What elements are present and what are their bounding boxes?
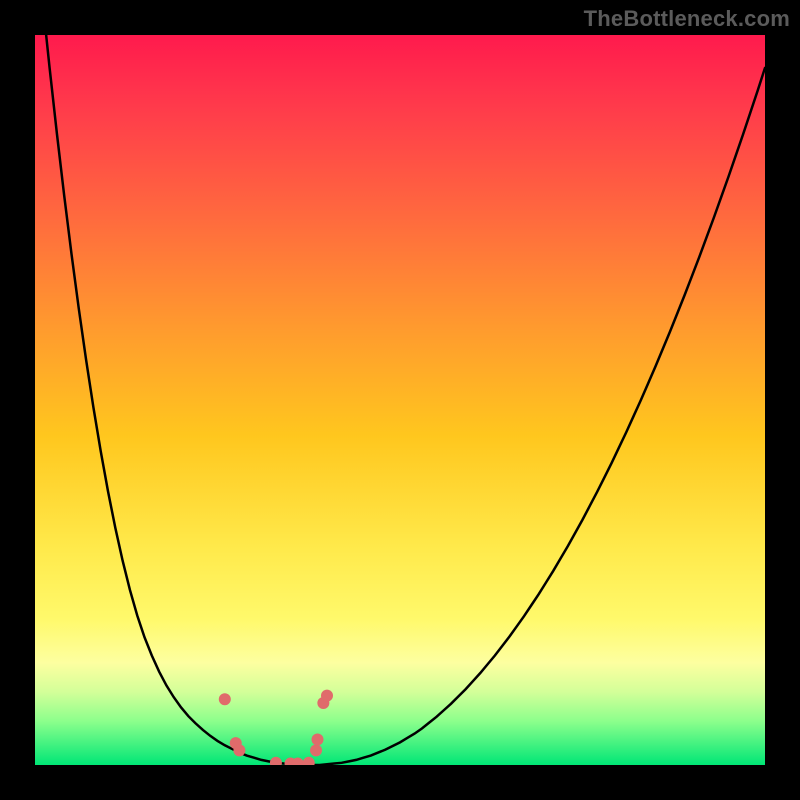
- curve-marker: [270, 757, 282, 765]
- chart-frame: TheBottleneck.com: [0, 0, 800, 800]
- curve-marker: [233, 744, 245, 756]
- curve-marker: [219, 693, 231, 705]
- watermark-label: TheBottleneck.com: [584, 6, 790, 32]
- curve-marker: [310, 744, 322, 756]
- plot-area: [35, 35, 765, 765]
- curve-marker: [312, 733, 324, 745]
- curve-marker: [303, 757, 315, 765]
- chart-svg: [35, 35, 765, 765]
- curve-marker: [321, 690, 333, 702]
- curve-markers: [219, 690, 333, 765]
- bottleneck-curve: [35, 35, 765, 765]
